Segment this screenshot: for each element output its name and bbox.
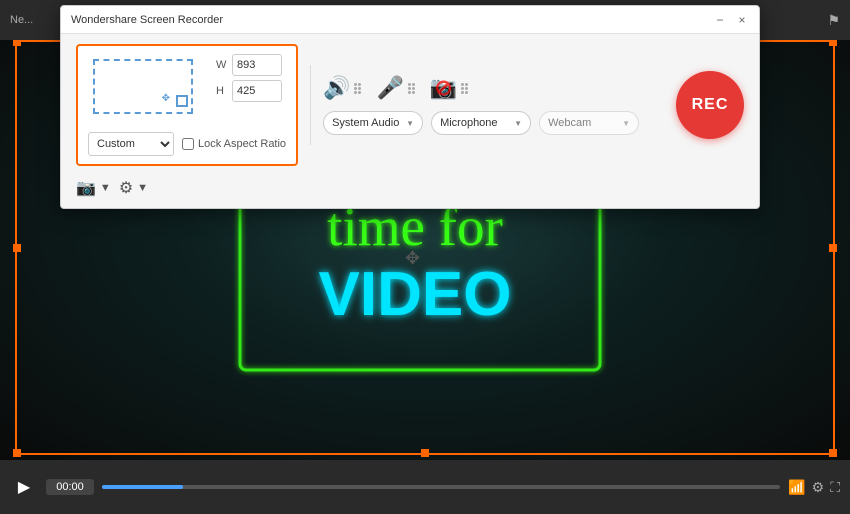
system-audio-label: System Audio bbox=[332, 117, 399, 129]
region-move-icon: ✥ bbox=[162, 93, 170, 104]
av-section: 🔊 🎤 bbox=[323, 75, 654, 135]
fullscreen-icon[interactable]: ⛶ bbox=[830, 479, 840, 496]
settings-gear-icon[interactable]: ⚙ bbox=[812, 479, 825, 496]
region-resize-handle[interactable] bbox=[176, 95, 188, 107]
system-audio-dropdown[interactable]: System Audio ▼ bbox=[323, 111, 423, 135]
region-rect: ✥ bbox=[93, 59, 193, 114]
system-audio-item: 🔊 bbox=[323, 75, 361, 101]
webcam-dots bbox=[461, 83, 468, 94]
microphone-item: 🎤 bbox=[376, 75, 414, 101]
dialog-body: ✥ W H Custom Ful bbox=[61, 34, 759, 178]
settings-icon: ⚙ bbox=[119, 178, 133, 198]
av-controls: 🔊 🎤 bbox=[323, 75, 654, 101]
webcam-item: 📷 ⊘ bbox=[430, 75, 468, 101]
time-display: 00:00 bbox=[46, 479, 94, 495]
microphone-arrow: ▼ bbox=[514, 119, 522, 128]
preset-select[interactable]: Custom Full Screen 1920x1080 1280x720 bbox=[88, 132, 174, 156]
minimize-button[interactable]: − bbox=[713, 13, 727, 27]
vertical-divider bbox=[310, 65, 311, 145]
play-button[interactable]: ▶ bbox=[10, 473, 38, 501]
region-bottom: Custom Full Screen 1920x1080 1280x720 Lo… bbox=[88, 132, 286, 156]
height-row: H bbox=[216, 80, 282, 102]
screenshot-icon: 📷 bbox=[76, 178, 96, 198]
settings-arrow: ▼ bbox=[137, 182, 148, 194]
dialog-title: Wondershare Screen Recorder bbox=[71, 14, 705, 26]
height-input[interactable] bbox=[232, 80, 282, 102]
webcam-icon: 📷 ⊘ bbox=[430, 75, 457, 101]
webcam-dropdown[interactable]: Webcam ▼ bbox=[539, 111, 639, 135]
move-cursor-indicator: ✥ bbox=[405, 248, 420, 269]
recorder-dialog: Wondershare Screen Recorder − × ✥ W bbox=[60, 5, 760, 209]
rec-button[interactable]: REC bbox=[676, 71, 744, 139]
webcam-icon-row: 📷 ⊘ bbox=[430, 75, 468, 101]
lock-aspect-label: Lock Aspect Ratio bbox=[182, 138, 286, 150]
region-selector: ✥ W H Custom Ful bbox=[76, 44, 298, 166]
dropdown-row: System Audio ▼ Microphone ▼ Webcam ▼ bbox=[323, 111, 654, 135]
bottom-icons: 📶 ⚙ ⛶ bbox=[788, 479, 840, 496]
wh-inputs: W H bbox=[216, 54, 282, 102]
screenshot-arrow: ▼ bbox=[100, 182, 111, 194]
system-audio-arrow: ▼ bbox=[406, 119, 414, 128]
close-button[interactable]: × bbox=[735, 13, 749, 27]
region-preview: ✥ bbox=[88, 54, 208, 124]
speaker-icon: 🔊 bbox=[323, 75, 350, 101]
volume-bars-icon[interactable]: 📶 bbox=[788, 479, 805, 496]
webcam-label: Webcam bbox=[548, 117, 591, 129]
settings-button[interactable]: ⚙ ▼ bbox=[119, 178, 148, 198]
flag-icon: ⚑ bbox=[827, 12, 840, 29]
audio-dots bbox=[354, 83, 361, 94]
microphone-label: Microphone bbox=[440, 117, 497, 129]
progress-fill bbox=[102, 485, 183, 489]
height-label: H bbox=[216, 85, 228, 97]
microphone-icon-row: 🎤 bbox=[376, 75, 414, 101]
dialog-footer: 📷 ▼ ⚙ ▼ bbox=[61, 178, 759, 208]
mic-dots bbox=[408, 83, 415, 94]
webcam-arrow: ▼ bbox=[622, 119, 630, 128]
svg-text:VIDEO: VIDEO bbox=[319, 260, 512, 329]
width-input[interactable] bbox=[232, 54, 282, 76]
width-label: W bbox=[216, 59, 228, 71]
progress-bar[interactable] bbox=[102, 485, 780, 489]
bottom-bar: ▶ 00:00 📶 ⚙ ⛶ bbox=[0, 460, 850, 514]
microphone-icon: 🎤 bbox=[376, 75, 403, 101]
top-bar-text: Ne... bbox=[10, 14, 33, 26]
microphone-dropdown[interactable]: Microphone ▼ bbox=[431, 111, 531, 135]
dialog-titlebar: Wondershare Screen Recorder − × bbox=[61, 6, 759, 34]
lock-aspect-checkbox[interactable] bbox=[182, 138, 194, 150]
width-row: W bbox=[216, 54, 282, 76]
system-audio-icon-row: 🔊 bbox=[323, 75, 361, 101]
screenshot-button[interactable]: 📷 ▼ bbox=[76, 178, 111, 198]
